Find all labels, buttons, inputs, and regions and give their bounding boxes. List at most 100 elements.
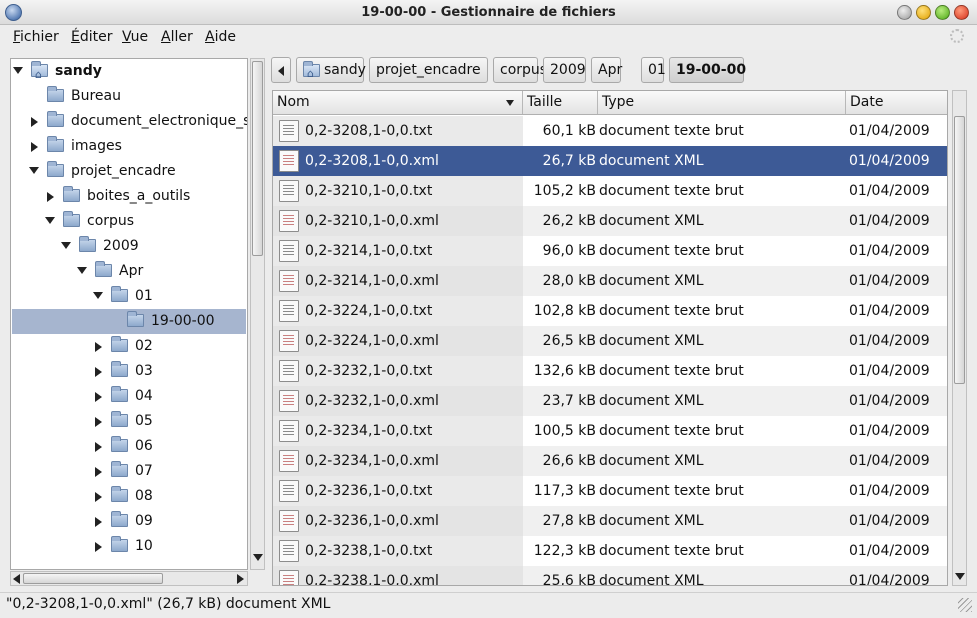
file-row[interactable]: 0,2-3214,1-0,0.xml 28,0 kB document XML 01/… [273,266,947,296]
tree-item-01[interactable]: 01 [11,284,247,309]
expander-collapsed-icon[interactable] [95,492,102,502]
expander-collapsed-icon[interactable] [95,342,102,352]
file-list-vertical-scrollbar[interactable] [952,90,967,586]
tree-item-08[interactable]: 08 [11,484,247,509]
expander-collapsed-icon[interactable] [47,192,54,202]
column-header-date[interactable]: Date [846,91,947,114]
file-row[interactable]: 0,2-3234,1-0,0.txt 100,5 kB document texte… [273,416,947,446]
tree-item-2009[interactable]: 2009 [11,234,247,259]
scroll-down-arrow-icon[interactable] [955,573,965,580]
file-row[interactable]: 0,2-3238,1-0,0.xml 25,6 kB document XML 01/… [273,566,947,585]
tree-item-corpus[interactable]: corpus [11,209,247,234]
path-button-01[interactable]: 01 [641,57,666,83]
shade-button[interactable] [897,5,912,20]
file-date: 01/04/2009 [849,273,930,289]
menu-aide[interactable]: Aide [205,29,236,45]
menu-mnemonic: A [205,29,215,45]
tree-item-07[interactable]: 07 [11,459,247,484]
file-name: 0,2-3224,1-0,0.xml [305,333,439,349]
column-header-size[interactable]: Taille [523,91,598,114]
tree-item-label: Apr [119,263,144,279]
tree-item-19-00-00[interactable]: 19-00-00 [11,309,247,334]
expander-expanded-icon[interactable] [29,167,39,174]
file-row[interactable]: 0,2-3224,1-0,0.txt 102,8 kB document texte… [273,296,947,326]
minimize-button[interactable] [916,5,931,20]
file-list-scroll-thumb[interactable] [954,116,965,384]
menu-vue[interactable]: Vue [122,29,148,45]
expander-expanded-icon[interactable] [45,217,55,224]
file-row[interactable]: 0,2-3208,1-0,0.txt 60,1 kB document texte … [273,116,947,146]
folder-tree[interactable]: sandy Bureau document_electronique_strimag… [10,58,248,570]
expander-collapsed-icon[interactable] [95,542,102,552]
status-text: "0,2-3208,1-0,0.xml" (26,7 kB) document … [6,596,331,612]
file-row[interactable]: 0,2-3210,1-0,0.xml 26,2 kB document XML 01/… [273,206,947,236]
tree-item-sandy[interactable]: sandy [11,59,247,87]
title-bar[interactable]: 19-00-00 - Gestionnaire de fichiers [0,0,977,25]
expander-collapsed-icon[interactable] [95,467,102,477]
tree-item-projet_encadre[interactable]: projet_encadre [11,159,247,184]
tree-scroll-thumb[interactable] [252,61,263,256]
expander-expanded-icon[interactable] [77,267,87,274]
tree-item-09[interactable]: 09 [11,509,247,534]
path-button-2009[interactable]: 2009 [543,57,586,83]
xml-file-icon [279,450,299,472]
file-row[interactable]: 0,2-3232,1-0,0.txt 132,6 kB document texte… [273,356,947,386]
expander-collapsed-icon[interactable] [95,442,102,452]
scroll-down-arrow-icon[interactable] [253,554,263,561]
file-row[interactable]: 0,2-3224,1-0,0.xml 26,5 kB document XML 01/… [273,326,947,356]
file-row[interactable]: 0,2-3214,1-0,0.txt 96,0 kB document texte … [273,236,947,266]
expander-collapsed-icon[interactable] [31,142,38,152]
path-button-projet_encadre[interactable]: projet_encadre [369,57,488,83]
xml-file-icon [279,150,299,172]
file-row[interactable]: 0,2-3236,1-0,0.xml 27,8 kB document XML 01/… [273,506,947,536]
tree-item-apr[interactable]: Apr [11,259,247,284]
tree-vertical-scrollbar[interactable] [250,58,265,570]
expander-collapsed-icon[interactable] [95,517,102,527]
path-button-corpus[interactable]: corpus [493,57,547,83]
maximize-button[interactable] [935,5,950,20]
file-row[interactable]: 0,2-3208,1-0,0.xml 26,7 kB document XML 01/… [273,146,947,176]
tree-item-images[interactable]: images [11,134,247,159]
menu-éditer[interactable]: Éditer [71,29,113,45]
tree-item-03[interactable]: 03 [11,359,247,384]
expander-collapsed-icon[interactable] [95,367,102,377]
expander-collapsed-icon[interactable] [95,392,102,402]
file-list[interactable]: Nom Taille Type Date 0,2-3208,1-0,0.txt 6… [272,90,948,586]
expander-expanded-icon[interactable] [93,292,103,299]
menu-fichier[interactable]: Fichier [13,29,59,45]
file-row[interactable]: 0,2-3232,1-0,0.xml 23,7 kB document XML 01/… [273,386,947,416]
tree-item-06[interactable]: 06 [11,434,247,459]
path-back-button[interactable] [271,57,291,83]
scroll-left-arrow-icon[interactable] [13,574,20,584]
scroll-right-arrow-icon[interactable] [237,574,244,584]
tree-item-04[interactable]: 04 [11,384,247,409]
expander-collapsed-icon[interactable] [95,417,102,427]
file-date: 01/04/2009 [849,543,930,559]
menu-aller[interactable]: Aller [161,29,193,45]
tree-item-02[interactable]: 02 [11,334,247,359]
tree-item-document_electronique_str[interactable]: document_electronique_str [11,109,247,134]
expander-expanded-icon[interactable] [13,67,23,74]
file-date: 01/04/2009 [849,243,930,259]
tree-item-bureau[interactable]: Bureau [11,84,247,109]
tree-item-boites_a_outils[interactable]: boites_a_outils [11,184,247,209]
file-row[interactable]: 0,2-3234,1-0,0.xml 26,6 kB document XML 01/… [273,446,947,476]
close-button[interactable] [954,5,969,20]
file-row[interactable]: 0,2-3210,1-0,0.txt 105,2 kB document texte… [273,176,947,206]
file-row[interactable]: 0,2-3238,1-0,0.txt 122,3 kB document texte… [273,536,947,566]
tree-horizontal-scrollbar[interactable] [10,571,248,586]
path-button-apr[interactable]: Apr [591,57,623,83]
column-header-type[interactable]: Type [598,91,846,114]
expander-expanded-icon[interactable] [61,242,71,249]
expander-collapsed-icon[interactable] [31,117,38,127]
path-button-sandy[interactable]: sandy [296,57,366,86]
tree-hscroll-thumb[interactable] [23,573,163,584]
tree-item-05[interactable]: 05 [11,409,247,434]
tree-item-10[interactable]: 10 [11,534,247,559]
resize-grip-icon[interactable] [958,598,972,612]
file-row[interactable]: 0,2-3236,1-0,0.txt 117,3 kB document texte… [273,476,947,506]
path-button-label: Apr [598,62,623,78]
path-button-19-00-00[interactable]: 19-00-00 [669,57,746,83]
path-button-label: 2009 [550,62,586,78]
column-header-name[interactable]: Nom [273,91,523,114]
